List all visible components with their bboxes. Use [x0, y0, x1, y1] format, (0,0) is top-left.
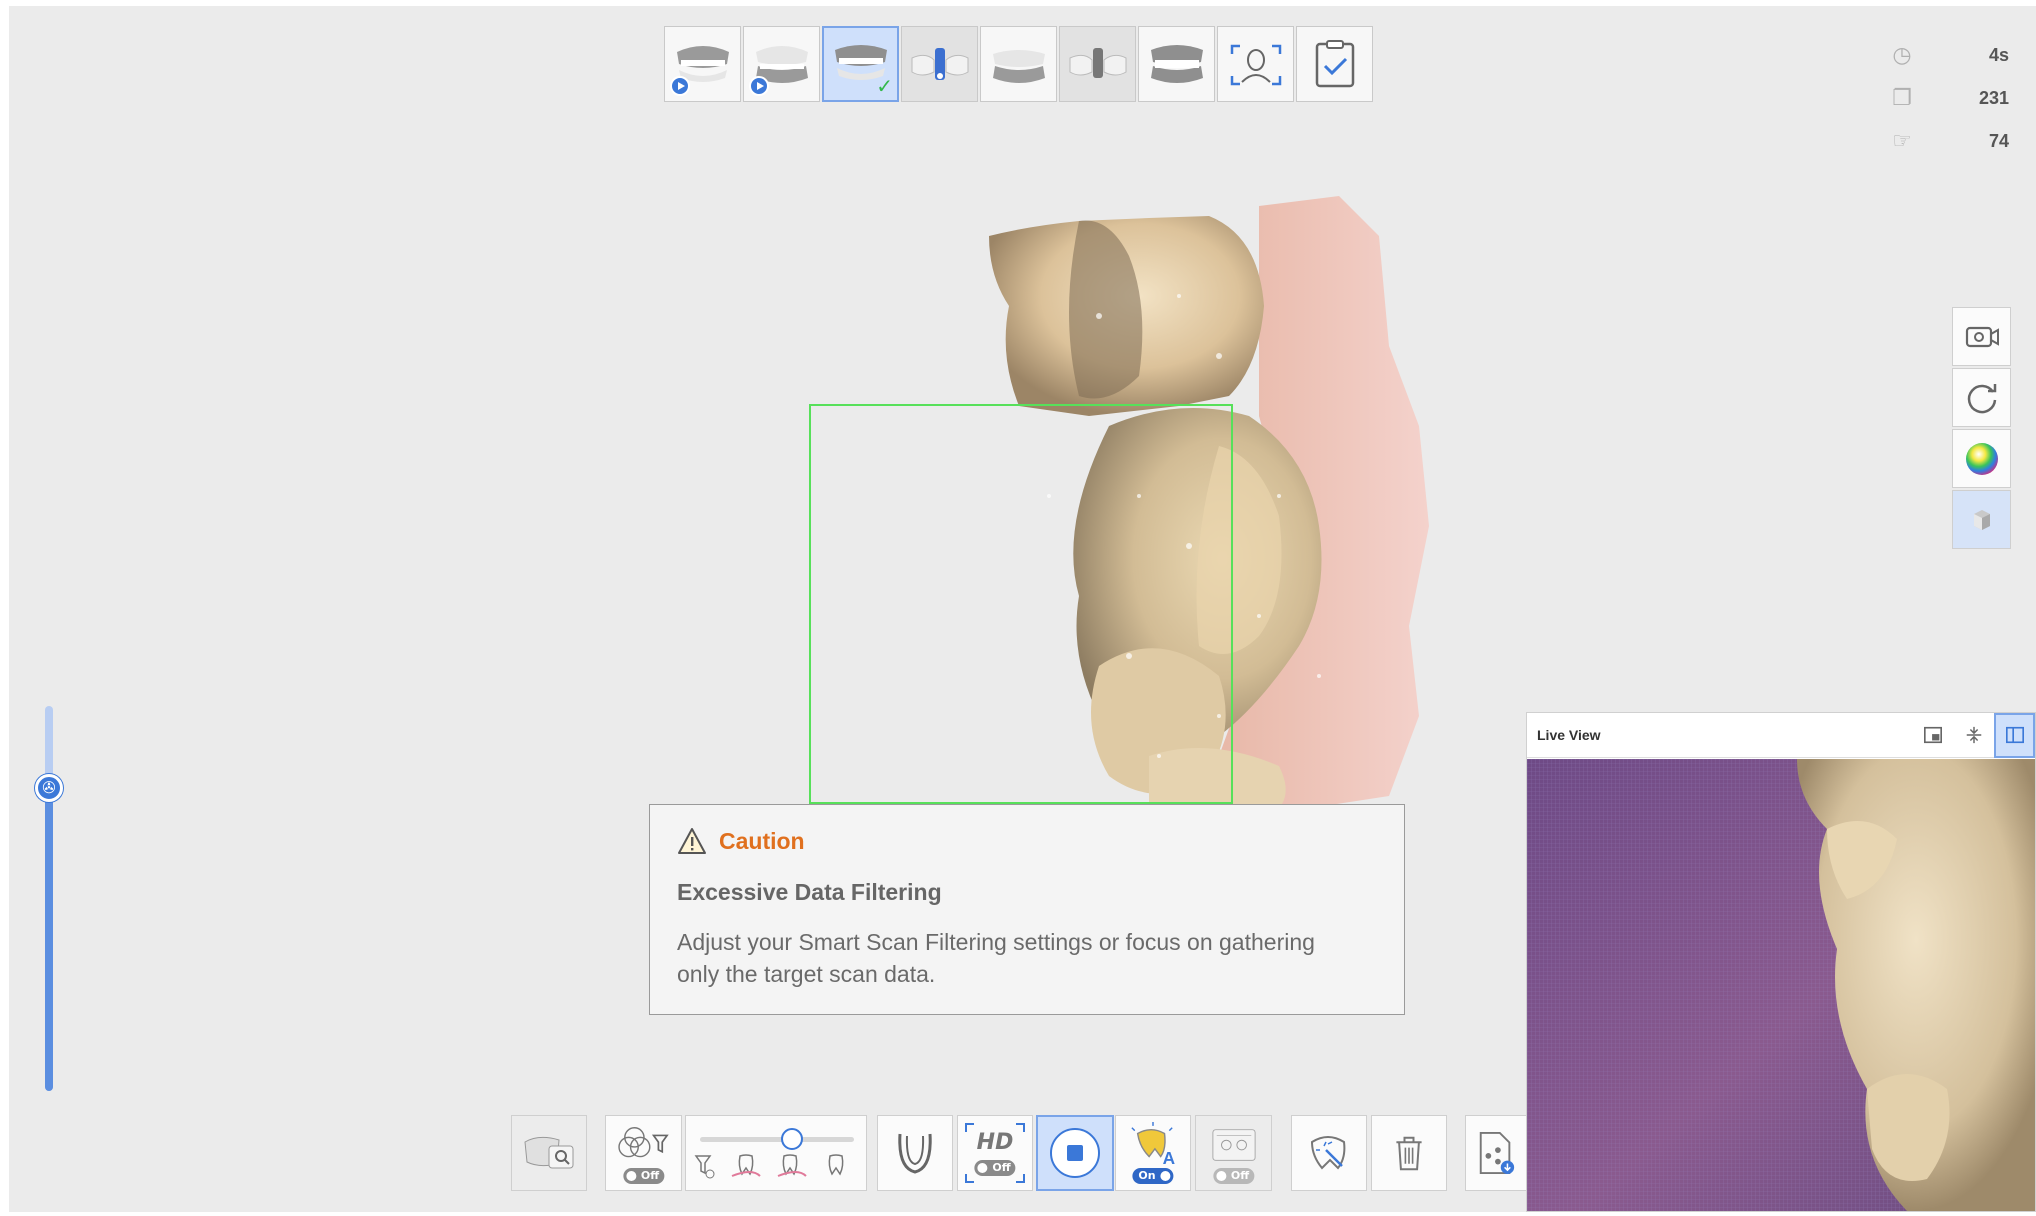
arch-button[interactable] [877, 1115, 953, 1191]
play-badge-icon [670, 76, 690, 96]
stage-scanbody-upper[interactable] [901, 26, 978, 102]
stage-lower-jaw-complete[interactable]: ✓ [822, 26, 899, 102]
stat-time: ◷ 4s [1889, 34, 2009, 77]
copy-stack-icon: ❐ [1892, 85, 1912, 111]
stage-occlusion[interactable] [1138, 26, 1215, 102]
export-button[interactable] [1465, 1115, 1526, 1191]
stat-hands: ☞ 74 [1889, 120, 2009, 163]
face-scan-icon [1230, 44, 1281, 86]
filter-level-knob[interactable] [781, 1128, 804, 1150]
stat-images-value: 231 [1978, 88, 2009, 108]
scanbody-icon [911, 48, 968, 80]
live-view-controls [1912, 712, 2035, 758]
hd-toggle[interactable]: Off [974, 1160, 1016, 1176]
smart-filter-toggle[interactable]: Off [622, 1168, 665, 1184]
compare-button[interactable]: Off [1195, 1115, 1272, 1191]
split-view-button[interactable] [1994, 712, 2035, 758]
compare-toggle[interactable]: Off [1212, 1168, 1255, 1184]
pip-mode-button[interactable] [1912, 713, 1953, 758]
delete-button[interactable] [1371, 1115, 1447, 1191]
filter-level-control[interactable] [685, 1115, 867, 1191]
stage-lower-jaw[interactable] [743, 26, 820, 102]
filter-level-icons [694, 1154, 844, 1179]
shaded-cube-icon [1973, 509, 1990, 530]
scanbody-gray-icon [1069, 48, 1126, 78]
scan-stats: ◷ 4s ❐ 231 ☞ 74 [1889, 34, 2009, 163]
live-camera-feed [1527, 759, 2035, 1211]
clipboard-check-icon [1315, 40, 1354, 88]
smart-filter-icon [617, 1127, 669, 1158]
record-button[interactable] [1952, 307, 2011, 366]
clock-icon: ◷ [1892, 42, 1912, 68]
scan-depth-slider[interactable]: ✇ [35, 706, 63, 1091]
stage-upper-jaw[interactable] [664, 26, 741, 102]
document-share-icon [1479, 1132, 1515, 1174]
ai-tooth-button[interactable]: A On [1115, 1115, 1191, 1191]
stage-occlusion-upper[interactable] [980, 26, 1057, 102]
svg-text:A: A [1163, 1148, 1176, 1168]
aperture-knob-icon[interactable]: ✇ [35, 774, 63, 802]
stage-toolbar: ✓ [664, 26, 1373, 102]
hand-gesture-icon: ☞ [1892, 128, 1912, 154]
ai-tooth-icon: A [1131, 1122, 1176, 1168]
collapse-button[interactable] [1953, 713, 1994, 758]
hd-frame-icon [965, 1123, 1025, 1183]
dental-arch-icon [898, 1133, 932, 1174]
trash-icon [1396, 1136, 1422, 1171]
stop-scan-button[interactable] [1036, 1115, 1114, 1191]
stat-images: ❐ 231 [1889, 77, 2009, 120]
collapse-icon [1966, 726, 1981, 744]
magic-trim-button[interactable] [1291, 1115, 1367, 1191]
shaded-view-button[interactable] [1952, 490, 2011, 549]
pip-icon [1923, 726, 1942, 744]
scan-workspace[interactable]: ✓ ◷ 4s ❐ 231 ☞ 74 ✇ Caution Excessive Da… [9, 6, 2036, 1212]
play-badge-icon [749, 76, 769, 96]
caution-title: Caution [719, 827, 805, 854]
ai-toggle[interactable]: On [1132, 1168, 1174, 1184]
caution-dialog[interactable]: Caution Excessive Data Filtering Adjust … [649, 804, 1405, 1015]
check-icon: ✓ [876, 74, 893, 98]
stat-hands-value: 74 [1988, 131, 2009, 151]
jaw-search-icon [524, 1136, 574, 1169]
stat-time-value: 4s [1988, 45, 2009, 65]
stage-scanbody-lower[interactable] [1059, 26, 1136, 102]
smart-filter-button[interactable]: Off [605, 1115, 682, 1191]
occlusion-full-icon [1150, 45, 1203, 83]
filter-level-track[interactable] [700, 1137, 854, 1142]
live-view-header: Live View [1527, 712, 2035, 758]
reset-view-button[interactable] [1952, 368, 2011, 427]
occlusion-icon [992, 50, 1045, 83]
stop-icon [1050, 1128, 1100, 1178]
caution-header: Caution [677, 827, 1377, 855]
scan-region-box [809, 404, 1233, 804]
slider-fill [45, 791, 53, 1091]
color-map-button[interactable] [1952, 429, 2011, 488]
view-tools [1952, 307, 2011, 549]
caution-message: Adjust your Smart Scan Filtering setting… [677, 929, 1315, 987]
stage-review[interactable] [1296, 26, 1373, 102]
compare-icon [1211, 1129, 1256, 1161]
live-view-title: Live View [1537, 727, 1601, 743]
live-view-panel[interactable]: Live View [1526, 712, 2036, 1212]
camera-record-icon [1965, 326, 1999, 347]
color-map-icon [1965, 442, 1998, 475]
caution-subtitle: Excessive Data Filtering [677, 879, 942, 905]
split-view-icon [2005, 726, 2024, 744]
hd-mode-button[interactable]: HD Off [957, 1115, 1033, 1191]
rotate-reset-icon [1967, 383, 1996, 413]
stage-face-scan[interactable] [1217, 26, 1294, 102]
warning-triangle-icon [678, 828, 706, 854]
magic-wand-tooth-icon [1310, 1136, 1346, 1170]
ai-view-button[interactable] [511, 1115, 587, 1191]
